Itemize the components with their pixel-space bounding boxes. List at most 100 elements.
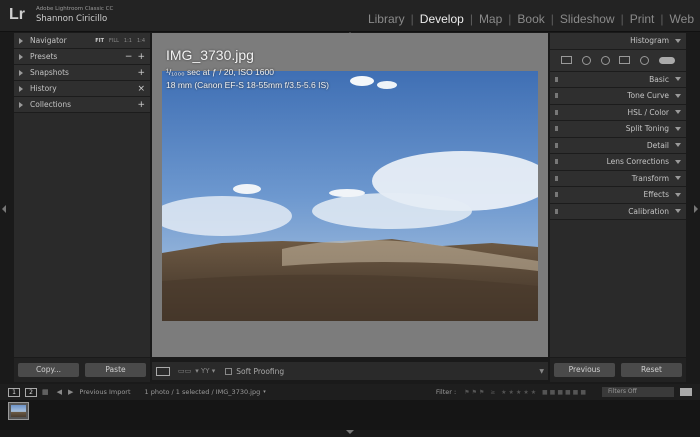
grid-view-icon[interactable]: ▦ xyxy=(42,388,49,396)
collapse-triangle-icon xyxy=(675,77,681,82)
filters-select[interactable]: Filters Off xyxy=(602,387,674,397)
panel-switch-icon[interactable] xyxy=(555,175,558,181)
copy-button[interactable]: Copy... xyxy=(18,363,79,377)
red-eye-icon[interactable] xyxy=(600,55,610,65)
image-canvas: IMG_3730.jpg ¹/₁₀₀₀ sec at ƒ / 20, ISO 1… xyxy=(152,33,548,357)
add-preset-button[interactable]: + xyxy=(137,52,145,62)
module-separator: | xyxy=(469,12,473,26)
panel-switch-icon[interactable] xyxy=(555,93,558,99)
before-after-icon[interactable]: ▭▭ xyxy=(178,367,191,375)
section-basic[interactable]: Basic xyxy=(550,71,686,88)
clear-history-button[interactable]: × xyxy=(137,84,145,94)
section-label: Effects xyxy=(643,190,670,200)
remove-preset-button[interactable]: − xyxy=(125,52,133,62)
filmstrip-toggle-icon[interactable] xyxy=(346,430,354,434)
tool-strip xyxy=(550,49,686,72)
right-panel: Histogram Basic Tone Curve HSL / Color S… xyxy=(550,33,686,357)
source-label[interactable]: Previous Import xyxy=(79,388,130,396)
module-slideshow[interactable]: Slideshow xyxy=(560,12,615,26)
panel-switch-icon[interactable] xyxy=(555,208,558,214)
presets-label: Presets xyxy=(30,52,58,61)
collapse-triangle-icon xyxy=(675,192,681,197)
module-print[interactable]: Print xyxy=(630,12,655,26)
spot-removal-icon[interactable] xyxy=(581,55,591,65)
section-split-toning[interactable]: Split Toning xyxy=(550,121,686,138)
module-picker: Library | Develop | Map | Book | Slidesh… xyxy=(368,12,694,26)
source-dropdown-icon[interactable]: ▾ xyxy=(263,389,266,395)
secondary-window-button[interactable]: 2 xyxy=(25,387,37,397)
section-label: HSL / Color xyxy=(627,107,669,117)
crop-tool-icon[interactable] xyxy=(560,56,572,64)
zoom-1-1[interactable]: 1:1 xyxy=(124,38,132,44)
reset-button[interactable]: Reset xyxy=(621,363,682,377)
landscape-photo xyxy=(162,71,538,321)
panel-switch-icon[interactable] xyxy=(555,159,558,165)
module-map[interactable]: Map xyxy=(479,12,502,26)
collections-header[interactable]: Collections + xyxy=(14,97,150,113)
filmstrip xyxy=(0,400,700,430)
develop-toolbar: ▭▭ ▾ YY ▾ Soft Proofing ▼ xyxy=(152,362,548,380)
module-develop[interactable]: Develop xyxy=(420,12,464,26)
module-web[interactable]: Web xyxy=(670,12,694,26)
collapse-triangle-icon xyxy=(675,176,681,181)
expand-triangle-icon xyxy=(19,69,23,76)
histogram-header[interactable]: Histogram xyxy=(550,33,686,50)
soft-proofing-checkbox[interactable] xyxy=(225,367,233,375)
paste-button[interactable]: Paste xyxy=(85,363,146,377)
navigator-header[interactable]: Navigator FIT FILL 1:1 1:4 xyxy=(14,33,150,49)
presets-header[interactable]: Presets − + xyxy=(14,49,150,65)
section-transform[interactable]: Transform xyxy=(550,170,686,187)
section-tone-curve[interactable]: Tone Curve xyxy=(550,88,686,105)
main-window-button[interactable]: 1 xyxy=(8,387,20,397)
radial-filter-icon[interactable] xyxy=(640,55,650,65)
section-calibration[interactable]: Calibration xyxy=(550,203,686,220)
history-header[interactable]: History × xyxy=(14,81,150,97)
left-panel: Navigator FIT FILL 1:1 1:4 Presets − + S… xyxy=(14,33,150,357)
snapshots-label: Snapshots xyxy=(30,68,69,77)
filter-area: Filter : ⚑⚑⚑ ≥ ★★★★★ ■■■■■■ Filters Off xyxy=(436,387,692,397)
zoom-fill[interactable]: FILL xyxy=(109,38,119,44)
graduated-filter-icon[interactable] xyxy=(619,56,631,64)
section-effects[interactable]: Effects xyxy=(550,187,686,204)
right-panel-toggle-icon[interactable] xyxy=(694,205,698,213)
expand-triangle-icon xyxy=(19,85,23,92)
panel-switch-icon[interactable] xyxy=(555,126,558,132)
section-label: Basic xyxy=(649,74,669,84)
zoom-1-4[interactable]: 1:4 xyxy=(137,38,145,44)
section-lens-corrections[interactable]: Lens Corrections xyxy=(550,154,686,171)
section-label: Calibration xyxy=(628,206,669,216)
left-panel-footer: Copy... Paste xyxy=(14,358,150,382)
filter-label: Filter : xyxy=(435,388,457,396)
navigator-label: Navigator xyxy=(30,36,67,45)
module-library[interactable]: Library xyxy=(368,12,405,26)
flag-filter-icons[interactable]: ⚑⚑⚑ ≥ ★★★★★ ■■■■■■ xyxy=(464,389,588,396)
adjustment-brush-icon[interactable] xyxy=(659,56,676,64)
left-panel-toggle-icon[interactable] xyxy=(2,205,6,213)
selection-info[interactable]: 1 photo / 1 selected / IMG_3730.jpg xyxy=(145,388,261,396)
forward-arrow-icon[interactable]: ▶ xyxy=(68,388,73,396)
soft-proofing-label: Soft Proofing xyxy=(236,366,285,376)
panel-switch-icon[interactable] xyxy=(555,142,558,148)
filter-lock-icon[interactable] xyxy=(680,388,692,396)
section-label: Detail xyxy=(646,140,669,150)
module-book[interactable]: Book xyxy=(517,12,544,26)
panel-switch-icon[interactable] xyxy=(555,192,558,198)
filmstrip-bar: 1 2 ▦ ◀ ▶ Previous Import 1 photo / 1 se… xyxy=(0,384,700,400)
zoom-fit[interactable]: FIT xyxy=(95,38,104,44)
expand-triangle-icon xyxy=(19,53,23,60)
photo-preview[interactable] xyxy=(162,71,538,321)
loupe-view-icon[interactable] xyxy=(156,366,170,376)
toolbar-menu-icon[interactable]: ▼ xyxy=(539,368,544,375)
add-collection-button[interactable]: + xyxy=(137,100,145,110)
snapshots-header[interactable]: Snapshots + xyxy=(14,65,150,81)
module-separator: | xyxy=(410,12,414,26)
previous-button[interactable]: Previous xyxy=(554,363,615,377)
filmstrip-thumbnail[interactable] xyxy=(8,402,29,420)
before-after-swap-icon[interactable]: ▾ YY ▾ xyxy=(195,367,215,375)
panel-switch-icon[interactable] xyxy=(555,109,558,115)
back-arrow-icon[interactable]: ◀ xyxy=(57,388,62,396)
section-detail[interactable]: Detail xyxy=(550,137,686,154)
panel-switch-icon[interactable] xyxy=(555,76,558,82)
add-snapshot-button[interactable]: + xyxy=(137,68,145,78)
section-hsl[interactable]: HSL / Color xyxy=(550,104,686,121)
